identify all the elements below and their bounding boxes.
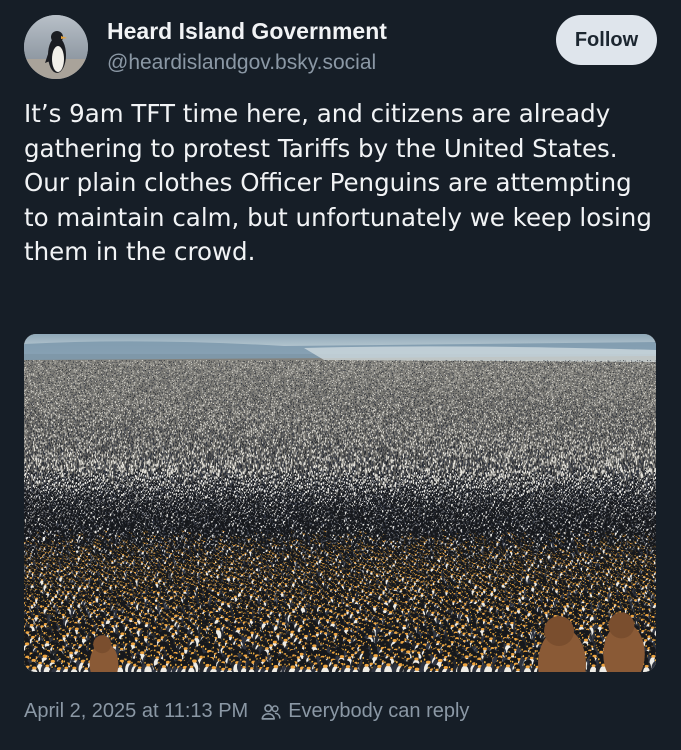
author-display-name[interactable]: Heard Island Government	[107, 16, 387, 46]
penguin-crowd-photo-icon	[24, 334, 656, 672]
people-icon	[260, 701, 282, 723]
post-timestamp[interactable]: April 2, 2025 at 11:13 PM	[24, 700, 248, 723]
reply-setting-label: Everybody can reply	[288, 700, 469, 723]
author-info: Heard Island Government @heardislandgov.…	[107, 16, 387, 78]
post-card: Heard Island Government @heardislandgov.…	[0, 0, 681, 750]
author-handle[interactable]: @heardislandgov.bsky.social	[107, 48, 387, 78]
reply-setting[interactable]: Everybody can reply	[260, 700, 469, 723]
follow-button[interactable]: Follow	[556, 15, 657, 65]
post-meta: April 2, 2025 at 11:13 PM Everybody can …	[24, 700, 469, 723]
post-text: It’s 9am TFT time here, and citizens are…	[24, 97, 664, 270]
penguin-avatar-icon	[24, 15, 88, 79]
post-image[interactable]	[24, 334, 656, 672]
author-avatar[interactable]	[24, 15, 88, 79]
